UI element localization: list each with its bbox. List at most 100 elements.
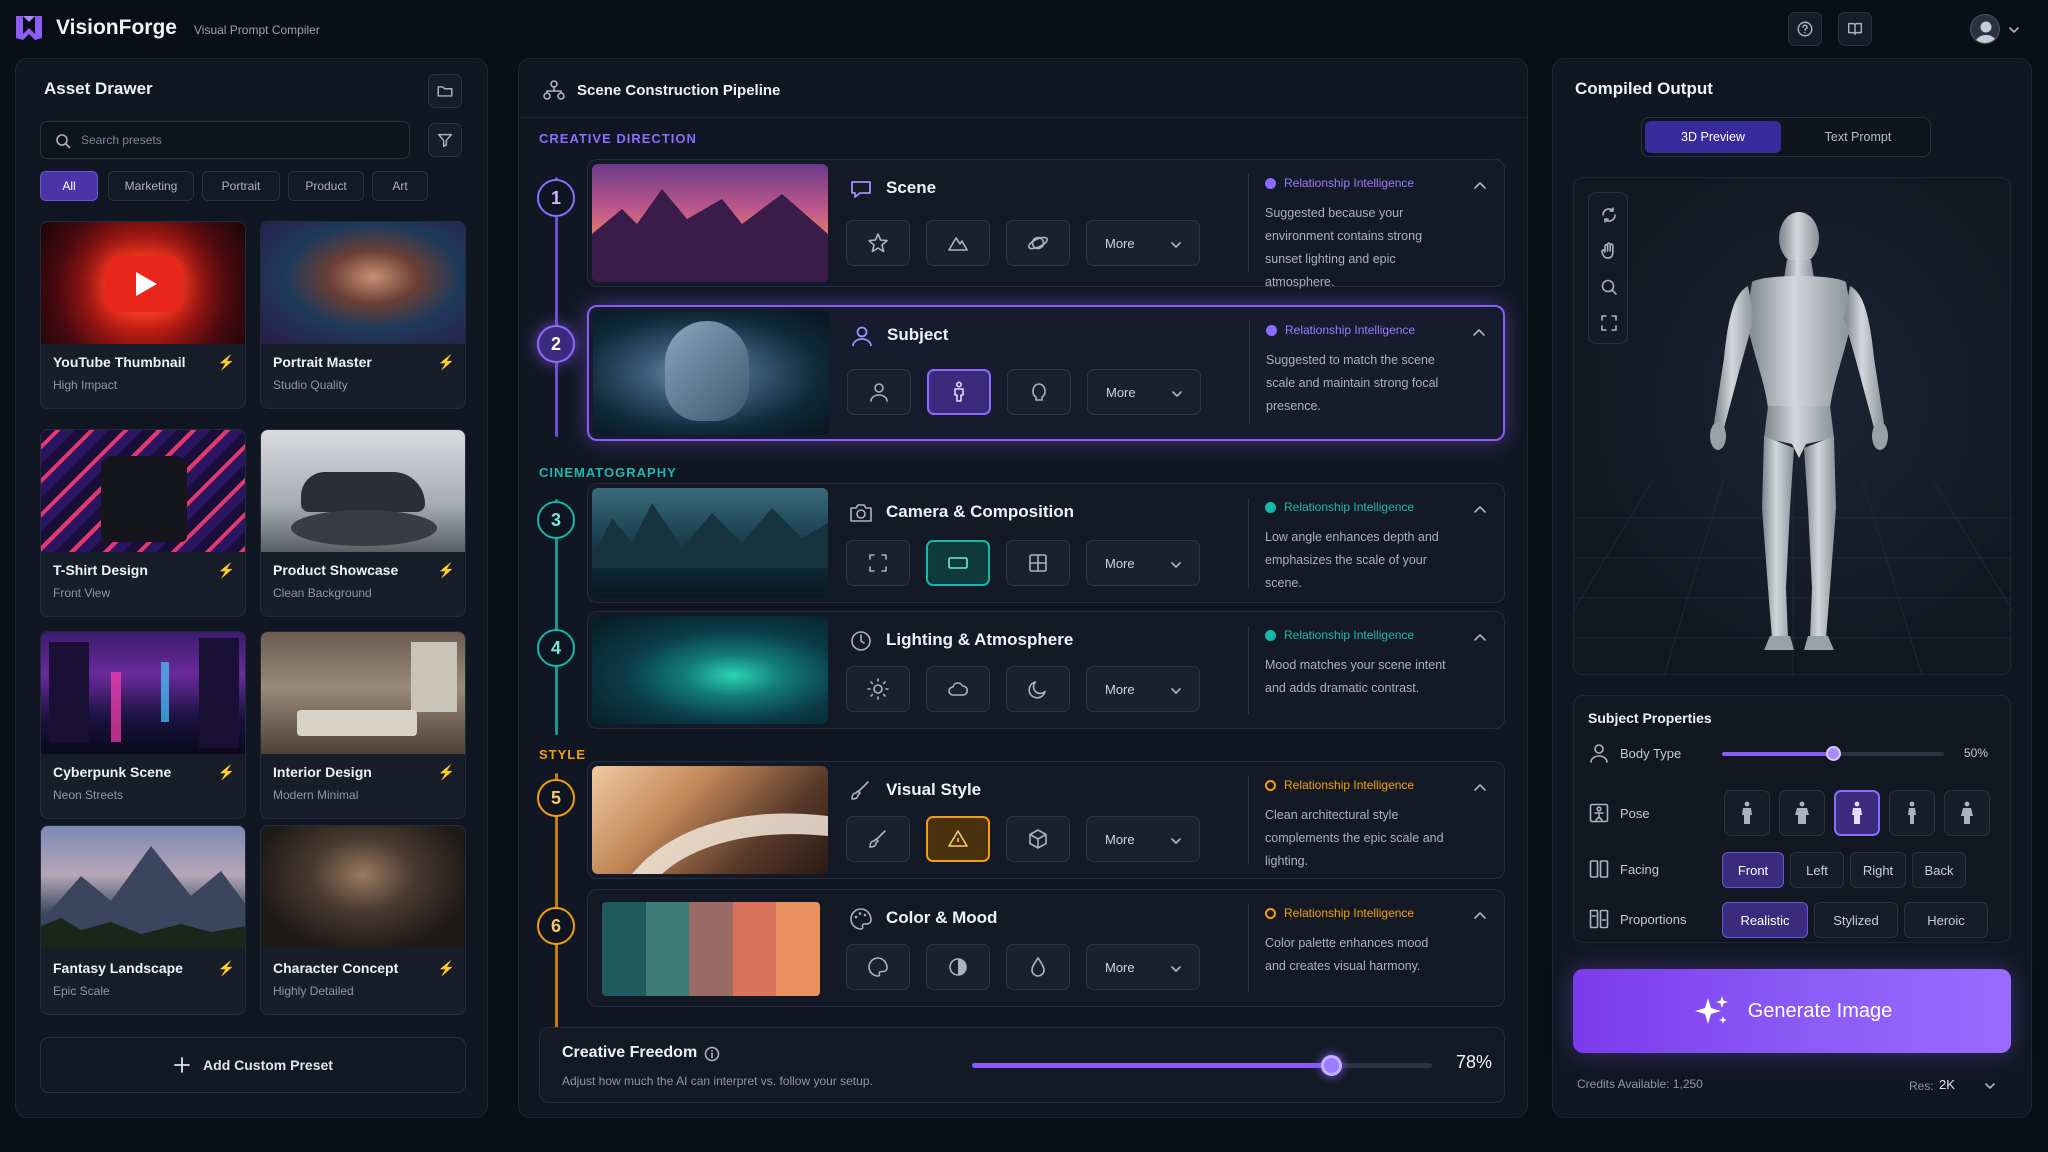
pose-option-5[interactable] xyxy=(1944,790,1990,836)
add-custom-preset-button[interactable]: Add Custom Preset xyxy=(40,1037,466,1093)
filter-chip-product[interactable]: Product xyxy=(288,171,364,201)
pipeline-row-scene[interactable]: Scene More Relationship Intelligence Sug… xyxy=(587,159,1505,289)
standing-figure-icon xyxy=(1908,801,1916,824)
filter-chip-all[interactable]: All xyxy=(40,171,98,201)
bolt-icon: ⚡ xyxy=(437,960,455,976)
help-button[interactable] xyxy=(1788,12,1822,46)
pose-option-2[interactable] xyxy=(1779,790,1825,836)
option-grid[interactable] xyxy=(1006,540,1070,586)
generate-image-button[interactable]: Generate Image xyxy=(1573,969,2011,1053)
option-favorite[interactable] xyxy=(846,220,910,266)
filter-chip-marketing[interactable]: Marketing xyxy=(108,171,194,201)
facing-label: Facing xyxy=(1620,862,1660,877)
resolution-value[interactable]: 2K xyxy=(1939,1077,1955,1092)
building-shape xyxy=(199,638,239,748)
freedom-slider-handle[interactable] xyxy=(1320,1055,1342,1076)
pipeline-row-color-mood[interactable]: Color & Mood More Relationship Intellige… xyxy=(587,889,1505,1007)
proportions-heroic[interactable]: Heroic xyxy=(1904,902,1988,938)
option-contrast[interactable] xyxy=(926,944,990,990)
resolution-chevron-icon[interactable] xyxy=(1983,1079,1997,1093)
user-avatar[interactable] xyxy=(1970,14,2000,44)
status-dot xyxy=(1265,907,1276,919)
facing-front[interactable]: Front xyxy=(1722,852,1784,888)
filter-button[interactable] xyxy=(428,123,462,157)
more-dropdown[interactable]: More xyxy=(1086,816,1200,862)
preset-card-portrait-master[interactable]: Portrait Master Studio Quality ⚡ xyxy=(260,221,466,409)
collapse-chevron-icon[interactable] xyxy=(1471,325,1487,341)
rotate-icon[interactable] xyxy=(1599,205,1619,225)
relationship-heading: Relationship Intelligence xyxy=(1266,321,1489,339)
facing-right[interactable]: Right xyxy=(1850,852,1906,888)
hand-icon[interactable] xyxy=(1599,241,1619,261)
option-sunny[interactable] xyxy=(846,666,910,712)
more-label: More xyxy=(1105,960,1135,975)
proportions-realistic[interactable]: Realistic xyxy=(1722,902,1808,938)
tab-text-prompt[interactable]: Text Prompt xyxy=(1788,121,1928,153)
option-portrait[interactable] xyxy=(847,369,911,415)
filter-chip-art[interactable]: Art xyxy=(372,171,428,201)
facing-icon xyxy=(1589,860,1609,878)
option-cloudy[interactable] xyxy=(926,666,990,712)
open-folder-button[interactable] xyxy=(428,74,462,108)
pipeline-row-camera[interactable]: Camera & Composition More Relationship I… xyxy=(587,483,1505,603)
pipeline-row-lighting[interactable]: Lighting & Atmosphere More Relationship … xyxy=(587,611,1505,729)
pipeline-row-visual-style[interactable]: Visual Style More Relationship Intellige… xyxy=(587,761,1505,879)
option-painterly[interactable] xyxy=(846,816,910,862)
shoe-shape xyxy=(301,472,425,512)
preset-card-interior-design[interactable]: Interior Design Modern Minimal ⚡ xyxy=(260,631,466,819)
bolt-icon: ⚡ xyxy=(437,354,455,370)
option-full-body[interactable] xyxy=(927,369,991,415)
option-palette[interactable] xyxy=(846,944,910,990)
collapse-chevron-icon[interactable] xyxy=(1472,630,1488,646)
option-geometric[interactable] xyxy=(926,816,990,862)
option-wide[interactable] xyxy=(926,540,990,586)
facing-left[interactable]: Left xyxy=(1790,852,1844,888)
collapse-chevron-icon[interactable] xyxy=(1472,178,1488,194)
option-3d[interactable] xyxy=(1006,816,1070,862)
info-icon[interactable] xyxy=(704,1046,720,1062)
more-dropdown[interactable]: More xyxy=(1086,220,1200,266)
more-dropdown[interactable]: More xyxy=(1086,540,1200,586)
collapse-chevron-icon[interactable] xyxy=(1472,908,1488,924)
more-dropdown[interactable]: More xyxy=(1086,666,1200,712)
bolt-icon: ⚡ xyxy=(217,562,235,578)
collapse-chevron-icon[interactable] xyxy=(1472,502,1488,518)
option-night[interactable] xyxy=(1006,666,1070,712)
proportions-stylized[interactable]: Stylized xyxy=(1814,902,1898,938)
preset-card-character-concept[interactable]: Character Concept Highly Detailed ⚡ xyxy=(260,825,466,1015)
option-close-up[interactable] xyxy=(846,540,910,586)
facing-back[interactable]: Back xyxy=(1912,852,1966,888)
zoom-icon[interactable] xyxy=(1599,277,1619,297)
option-planet[interactable] xyxy=(1006,220,1070,266)
preset-card-product-showcase[interactable]: Product Showcase Clean Background ⚡ xyxy=(260,429,466,617)
more-dropdown[interactable]: More xyxy=(1086,944,1200,990)
preset-card-fantasy-landscape[interactable]: Fantasy Landscape Epic Scale ⚡ xyxy=(40,825,246,1015)
freedom-slider-track[interactable] xyxy=(972,1055,1432,1076)
option-saturation[interactable] xyxy=(1006,944,1070,990)
preset-card-cyberpunk-scene[interactable]: Cyberpunk Scene Neon Streets ⚡ xyxy=(40,631,246,819)
pose-option-4[interactable] xyxy=(1889,790,1935,836)
more-dropdown[interactable]: More xyxy=(1087,369,1201,415)
3d-viewport[interactable] xyxy=(1573,177,2012,676)
body-type-slider-track[interactable] xyxy=(1722,746,1944,761)
pipeline-row-subject[interactable]: Subject More Relationship Intelligence S… xyxy=(587,305,1505,441)
option-landscape[interactable] xyxy=(926,220,990,266)
account-chevron-icon[interactable] xyxy=(2008,24,2020,36)
pose-option-3[interactable] xyxy=(1834,790,1880,836)
fullscreen-icon[interactable] xyxy=(1599,313,1619,333)
preset-card-youtube-thumbnail[interactable]: YouTube Thumbnail High Impact ⚡ xyxy=(40,221,246,409)
filter-chip-portrait[interactable]: Portrait xyxy=(202,171,280,201)
collapse-chevron-icon[interactable] xyxy=(1472,780,1488,796)
step-number: 5 xyxy=(537,779,575,817)
preset-title: T-Shirt Design xyxy=(53,562,148,578)
pose-option-1[interactable] xyxy=(1724,790,1770,836)
body-type-slider-handle[interactable] xyxy=(1825,746,1841,761)
brand-name: VisionForge xyxy=(56,16,177,39)
tab-3d-preview[interactable]: 3D Preview xyxy=(1645,121,1781,153)
search-input[interactable]: Search presets xyxy=(40,121,410,159)
option-head[interactable] xyxy=(1007,369,1071,415)
cube-icon xyxy=(1029,829,1047,849)
preset-card-t-shirt-design[interactable]: T-Shirt Design Front View ⚡ xyxy=(40,429,246,617)
docs-button[interactable] xyxy=(1838,12,1872,46)
more-label: More xyxy=(1105,832,1135,847)
